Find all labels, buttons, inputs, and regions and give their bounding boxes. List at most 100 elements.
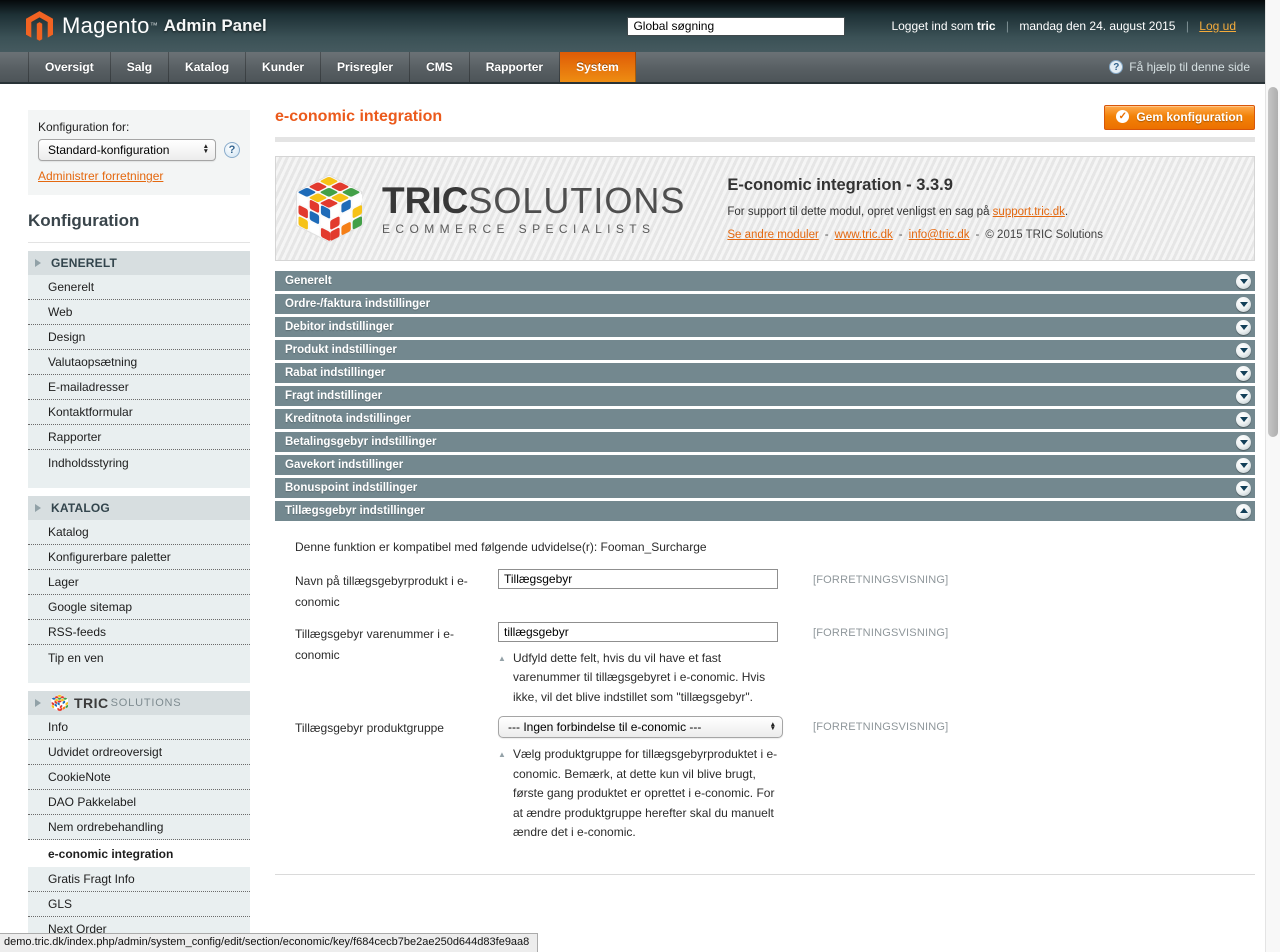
note-marker-icon: ▲ bbox=[498, 653, 506, 666]
expand-icon[interactable] bbox=[1236, 481, 1251, 496]
nav-tab-prisregler[interactable]: Prisregler bbox=[321, 52, 410, 82]
page-help-label: Få hjælp til denne side bbox=[1129, 60, 1250, 74]
accordion-header-generelt[interactable]: Generelt bbox=[275, 271, 1255, 291]
config-sidebar: Konfiguration for: Standard-konfiguratio… bbox=[28, 110, 250, 952]
manage-stores-link[interactable]: Administrer forretninger bbox=[38, 169, 163, 183]
banner-links: Se andre moduler-www.tric.dk-info@tric.d… bbox=[727, 229, 1103, 241]
nav-tab-oversigt[interactable]: Oversigt bbox=[28, 52, 111, 82]
sidebar-item-e-mailadresser[interactable]: E-mailadresser bbox=[28, 375, 250, 400]
expand-icon[interactable] bbox=[1236, 343, 1251, 358]
brand-trademark: ™ bbox=[150, 13, 158, 39]
expand-icon[interactable] bbox=[1236, 435, 1251, 450]
expand-icon[interactable] bbox=[1236, 412, 1251, 427]
accordion-header-gavekort-indstillinger[interactable]: Gavekort indstillinger bbox=[275, 455, 1255, 475]
page-scrollbar[interactable] bbox=[1265, 0, 1280, 952]
scope-tag: [FORRETNINGSVISNING] bbox=[813, 716, 948, 842]
note-text: Udfyld dette felt, hvis du vil have et f… bbox=[513, 651, 765, 704]
sidebar-item-dao-pakkelabel[interactable]: DAO Pakkelabel bbox=[28, 790, 250, 815]
sidebar-item-gratis-fragt-info[interactable]: Gratis Fragt Info bbox=[28, 867, 250, 892]
accordion-header-tillægsgebyr-indstillinger[interactable]: Tillægsgebyr indstillinger bbox=[275, 501, 1255, 521]
sidebar-title: Konfiguration bbox=[28, 205, 250, 243]
accordion-header-rabat-indstillinger[interactable]: Rabat indstillinger bbox=[275, 363, 1255, 383]
sidebar-item-cookienote[interactable]: CookieNote bbox=[28, 765, 250, 790]
compatibility-note: Denne funktion er kompatibel med følgend… bbox=[295, 540, 1235, 554]
sidebar-item-kontaktformular[interactable]: Kontaktformular bbox=[28, 400, 250, 425]
nav-tab-rapporter[interactable]: Rapporter bbox=[470, 52, 560, 82]
expand-icon[interactable] bbox=[1236, 274, 1251, 289]
sidebar-item-rss-feeds[interactable]: RSS-feeds bbox=[28, 620, 250, 645]
field-select-tillægsgebyr-produktgruppe[interactable]: --- Ingen forbindelse til e-conomic ---▲… bbox=[498, 716, 783, 738]
expand-icon[interactable] bbox=[1236, 458, 1251, 473]
accordion-label: Kreditnota indstillinger bbox=[285, 413, 411, 425]
sidebar-item-tip-en-ven[interactable]: Tip en ven bbox=[28, 645, 250, 670]
accordion-header-kreditnota-indstillinger[interactable]: Kreditnota indstillinger bbox=[275, 409, 1255, 429]
field-input-tillægsgebyr-varenummer-i-e-conomic[interactable] bbox=[498, 622, 778, 642]
sidebar-item-google-sitemap[interactable]: Google sitemap bbox=[28, 595, 250, 620]
nav-tab-cms[interactable]: CMS bbox=[410, 52, 470, 82]
banner-link-se-andre-moduler[interactable]: Se andre moduler bbox=[727, 229, 818, 241]
sidebar-item-konfigurerbare-paletter[interactable]: Konfigurerbare paletter bbox=[28, 545, 250, 570]
sidebar-item-rapporter[interactable]: Rapporter bbox=[28, 425, 250, 450]
nav-tab-kunder[interactable]: Kunder bbox=[246, 52, 321, 82]
tric-brand-label: TRICSOLUTIONS bbox=[51, 694, 181, 712]
nav-tab-katalog[interactable]: Katalog bbox=[169, 52, 246, 82]
page-help-link[interactable]: ? Få hjælp til denne side bbox=[1109, 52, 1250, 82]
help-question-icon: ? bbox=[1109, 60, 1123, 74]
global-search-input[interactable] bbox=[627, 17, 845, 36]
save-config-button[interactable]: ✓ Gem konfiguration bbox=[1104, 105, 1255, 130]
sidebar-section-tric-solutions[interactable]: TRICSOLUTIONS bbox=[28, 691, 250, 715]
expand-icon[interactable] bbox=[1236, 320, 1251, 335]
accordion-header-bonuspoint-indstillinger[interactable]: Bonuspoint indstillinger bbox=[275, 478, 1255, 498]
scope-tag: [FORRETNINGSVISNING] bbox=[813, 622, 948, 707]
sidebar-item-design[interactable]: Design bbox=[28, 325, 250, 350]
sidebar-section-katalog[interactable]: KATALOG bbox=[28, 496, 250, 520]
accordion-header-debitor-indstillinger[interactable]: Debitor indstillinger bbox=[275, 317, 1255, 337]
sidebar-items-group: KatalogKonfigurerbare paletterLagerGoogl… bbox=[28, 520, 250, 683]
banner-info: E-conomic integration - 3.3.9 For suppor… bbox=[727, 176, 1103, 241]
magento-logo-icon bbox=[26, 11, 53, 42]
field-value-cell: ▲ Udfyld dette felt, hvis du vil have et … bbox=[498, 622, 783, 707]
sidebar-item-indholdsstyring[interactable]: Indholdsstyring bbox=[28, 450, 250, 475]
scope-select-value: Standard-konfiguration bbox=[48, 143, 169, 157]
accordion-body-tillægsgebyr-indstillinger: Denne funktion er kompatibel med følgend… bbox=[275, 524, 1255, 875]
banner-link-info-tric-dk[interactable]: info@tric.dk bbox=[909, 229, 970, 241]
link-separator: - bbox=[976, 229, 980, 241]
accordion-header-betalingsgebyr-indstillinger[interactable]: Betalingsgebyr indstillinger bbox=[275, 432, 1255, 452]
brand-suffix: Admin Panel bbox=[164, 16, 267, 36]
sidebar-item-nem-ordrebehandling[interactable]: Nem ordrebehandling bbox=[28, 815, 250, 840]
accordion-header-fragt-indstillinger[interactable]: Fragt indstillinger bbox=[275, 386, 1255, 406]
sidebar-item-udvidet-ordreoversigt[interactable]: Udvidet ordreoversigt bbox=[28, 740, 250, 765]
sidebar-item-valutaopsætning[interactable]: Valutaopsætning bbox=[28, 350, 250, 375]
sidebar-item-e-conomic-integration[interactable]: e-conomic integration bbox=[28, 840, 250, 867]
sidebar-menu: GENERELTGenereltWebDesignValutaopsætning… bbox=[28, 251, 250, 952]
tric-cube-icon bbox=[51, 694, 68, 712]
sidebar-item-web[interactable]: Web bbox=[28, 300, 250, 325]
sidebar-item-katalog[interactable]: Katalog bbox=[28, 520, 250, 545]
field-input-navn-på-tillægsgebyrprodukt-i-e-conomic[interactable] bbox=[498, 569, 778, 589]
separator: | bbox=[1186, 19, 1189, 33]
nav-tab-system[interactable]: System bbox=[560, 52, 636, 82]
field-note: ▲Vælg produktgruppe for tillægsgebyrprod… bbox=[498, 745, 783, 842]
sidebar-item-generelt[interactable]: Generelt bbox=[28, 275, 250, 300]
sidebar-item-info[interactable]: Info bbox=[28, 715, 250, 740]
accordion-label: Produkt indstillinger bbox=[285, 344, 397, 356]
accordion-header-ordre-faktura-indstillinger[interactable]: Ordre-/faktura indstillinger bbox=[275, 294, 1255, 314]
scope-help-icon[interactable]: ? bbox=[224, 142, 240, 158]
expand-icon[interactable] bbox=[1236, 366, 1251, 381]
sidebar-item-gls[interactable]: GLS bbox=[28, 892, 250, 917]
expand-icon[interactable] bbox=[1236, 297, 1251, 312]
accordion-header-produkt-indstillinger[interactable]: Produkt indstillinger bbox=[275, 340, 1255, 360]
support-link[interactable]: support.tric.dk bbox=[993, 206, 1065, 218]
tric-cube-logo bbox=[296, 174, 362, 244]
sidebar-item-lager[interactable]: Lager bbox=[28, 570, 250, 595]
logout-link[interactable]: Log ud bbox=[1199, 19, 1236, 33]
select-value: --- Ingen forbindelse til e-conomic --- bbox=[508, 720, 701, 734]
banner-link-www-tric-dk[interactable]: www.tric.dk bbox=[835, 229, 893, 241]
nav-tab-salg[interactable]: Salg bbox=[111, 52, 169, 82]
collapse-icon[interactable] bbox=[1236, 504, 1251, 519]
banner-copyright: © 2015 TRIC Solutions bbox=[985, 229, 1103, 241]
scope-select[interactable]: Standard-konfiguration ▲▼ bbox=[38, 139, 216, 161]
scrollbar-thumb[interactable] bbox=[1268, 87, 1278, 437]
expand-icon[interactable] bbox=[1236, 389, 1251, 404]
sidebar-section-generelt[interactable]: GENERELT bbox=[28, 251, 250, 275]
